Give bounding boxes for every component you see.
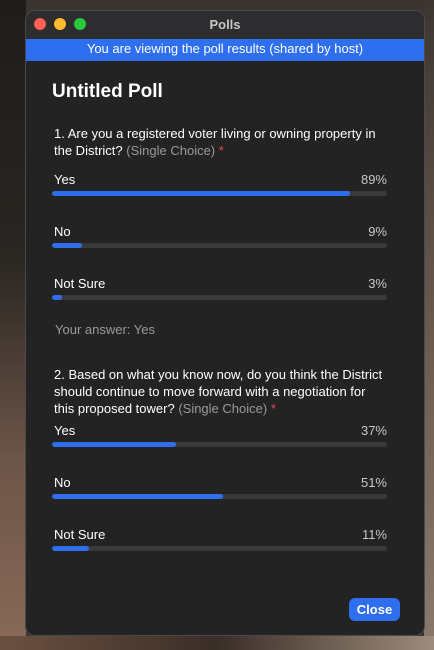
poll-content: Untitled Poll 1. Are you a registered vo… <box>26 81 424 579</box>
option-percent: 3% <box>368 276 387 291</box>
option-percent: 11% <box>361 527 387 542</box>
option-q2-no: No 51% <box>52 475 387 527</box>
option-q1-not-sure: Not Sure 3% <box>52 276 387 322</box>
option-percent: 89% <box>360 172 387 187</box>
window-title: Polls <box>209 17 241 32</box>
result-bar-fill <box>52 295 63 300</box>
result-bar-fill <box>52 494 223 499</box>
option-q1-yes: Yes 89% <box>52 172 387 224</box>
option-q1-no: No 9% <box>52 224 387 276</box>
result-bar-track <box>52 191 387 196</box>
required-marker: * <box>218 143 224 158</box>
polls-window: Polls You are viewing the poll results (… <box>25 10 425 636</box>
option-label: Yes <box>54 172 76 187</box>
your-answer: Your answer: Yes <box>55 322 155 337</box>
option-percent: 51% <box>360 475 387 490</box>
option-q2-not-sure: Not Sure 11% <box>52 527 387 579</box>
close-button[interactable]: Close <box>349 598 400 621</box>
title-bar: Polls <box>26 11 424 39</box>
result-bar-fill <box>52 243 83 248</box>
result-bar-track <box>52 494 387 499</box>
result-bar-track <box>52 546 387 551</box>
result-bar-fill <box>52 546 89 551</box>
result-bar-track <box>52 243 387 248</box>
result-bar-track <box>52 295 387 300</box>
question-1: 1. Are you a registered voter living or … <box>54 125 387 159</box>
option-label: Yes <box>54 423 76 438</box>
video-background-bottom <box>0 636 434 650</box>
question-1-type: (Single Choice) <box>126 143 216 158</box>
question-1-text: 1. Are you a registered voter living or … <box>54 126 376 158</box>
poll-title: Untitled Poll <box>52 81 163 102</box>
option-label: No <box>54 475 71 490</box>
shared-results-banner: You are viewing the poll results (shared… <box>26 39 424 61</box>
result-bar-fill <box>52 442 176 447</box>
option-q2-yes: Yes 37% <box>52 423 387 475</box>
question-2: 2. Based on what you know now, do you th… <box>54 366 387 417</box>
option-label: Not Sure <box>54 276 106 291</box>
video-background-right <box>424 0 434 650</box>
question-2-type: (Single Choice) <box>178 401 268 416</box>
result-bar-track <box>52 442 387 447</box>
required-marker: * <box>270 401 276 416</box>
option-label: No <box>54 224 71 239</box>
result-bar-fill <box>52 191 351 196</box>
video-background-left <box>0 0 26 650</box>
option-percent: 37% <box>360 423 387 438</box>
option-percent: 9% <box>368 224 387 239</box>
option-label: Not Sure <box>54 527 106 542</box>
